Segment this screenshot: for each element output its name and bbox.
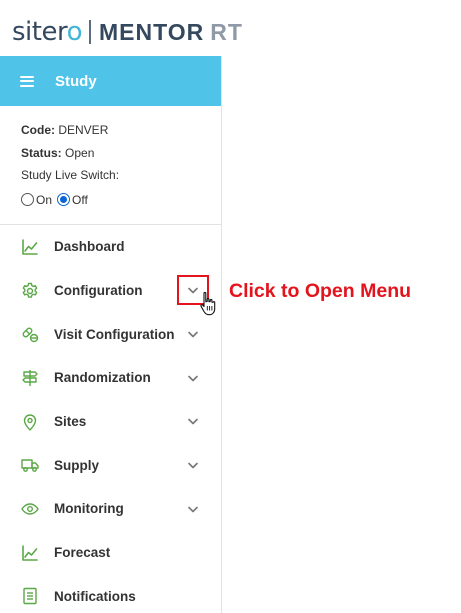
hand-pointer-cursor-icon [200, 291, 216, 316]
sidebar-item-supply[interactable]: Supply [0, 443, 221, 487]
sidebar-item-label: Dashboard [54, 239, 125, 255]
sidebar: Study Code: DENVER Status: Open Study Li… [0, 56, 222, 613]
chevron-down-icon[interactable] [187, 372, 199, 384]
sidebar-item-visit-configuration[interactable]: Visit Configuration [0, 312, 221, 356]
logo-product: MENTOR [99, 18, 205, 45]
study-bar: Study [0, 56, 221, 106]
annotation-callout: Click to Open Menu [229, 280, 412, 302]
study-code-row: Code: DENVER [21, 119, 221, 142]
sidebar-item-monitoring[interactable]: Monitoring [0, 487, 221, 531]
eye-icon [20, 499, 40, 519]
chevron-down-icon[interactable] [187, 416, 199, 428]
sidebar-item-dashboard[interactable]: Dashboard [0, 225, 221, 269]
chevron-down-icon[interactable] [187, 503, 199, 515]
truck-icon [20, 455, 40, 475]
status-value: Open [65, 145, 95, 160]
code-label: Code: [21, 123, 55, 137]
sidebar-item-forecast[interactable]: Forecast [0, 531, 221, 575]
live-switch-on-label[interactable]: On [36, 193, 52, 207]
study-status-row: Status: Open [21, 142, 221, 165]
live-switch-label: Study Live Switch: [21, 168, 120, 182]
live-switch-off-radio[interactable] [57, 193, 71, 206]
live-switch-on-radio[interactable] [21, 193, 34, 206]
live-switch-radio-group: On Off [21, 189, 221, 211]
live-switch-off-label[interactable]: Off [72, 193, 88, 207]
chart-line-icon [20, 237, 40, 257]
sidebar-item-randomization[interactable]: Randomization [0, 356, 221, 400]
signpost-icon [20, 368, 40, 388]
sidebar-item-label: Notifications [54, 588, 136, 604]
sitero-mentor-logo: sitero MENTOR RT [12, 17, 243, 47]
sidebar-item-label: Forecast [54, 545, 111, 561]
map-pin-icon [20, 412, 40, 432]
chevron-down-icon[interactable] [187, 459, 199, 471]
document-icon [20, 586, 40, 606]
logo-product-suffix: RT [210, 18, 243, 45]
chevron-down-icon[interactable] [187, 328, 199, 340]
sidebar-item-sites[interactable]: Sites [0, 400, 221, 444]
status-label: Status: [21, 145, 62, 160]
pills-icon [20, 324, 40, 344]
logo-divider [89, 20, 91, 44]
code-value: DENVER [58, 123, 109, 137]
sidebar-item-notifications[interactable]: Notifications [0, 575, 221, 613]
chart-line-icon [20, 543, 40, 563]
header-logo-bar: sitero MENTOR RT [0, 0, 461, 56]
study-title: Study [55, 72, 97, 90]
gear-icon [20, 281, 40, 301]
study-info: Code: DENVER Status: Open Study Live Swi… [0, 106, 221, 225]
logo-brand: sitero [12, 17, 83, 47]
hamburger-icon[interactable] [20, 75, 34, 87]
